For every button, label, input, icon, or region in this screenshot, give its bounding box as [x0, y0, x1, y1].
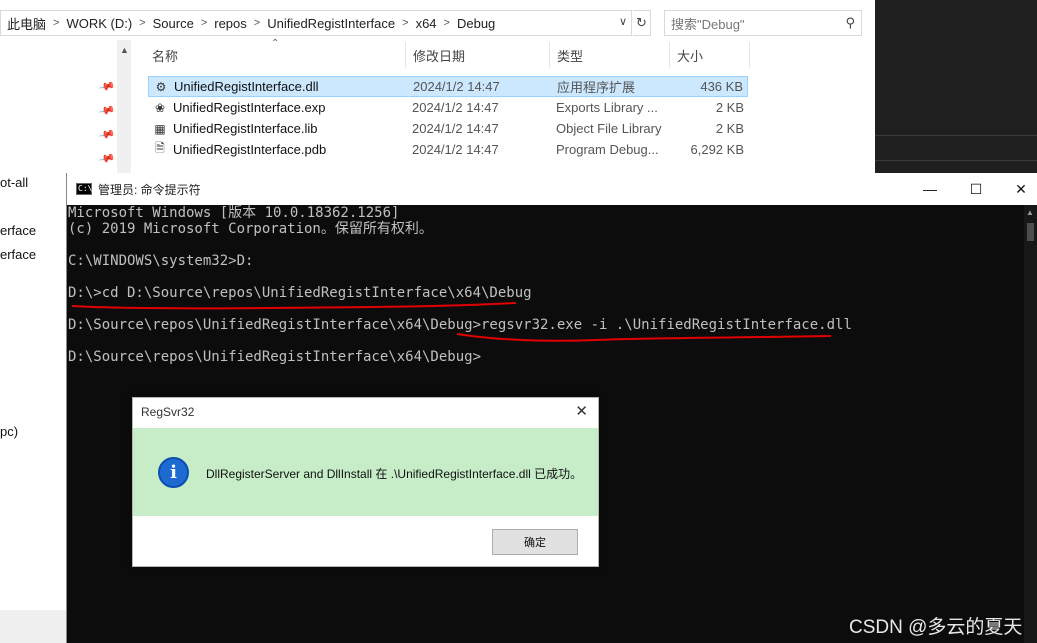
file-modified: 2024/1/2 14:47: [413, 79, 500, 94]
regsvr32-dialog[interactable]: RegSvr32 ✕ i DllRegisterServer and DllIn…: [132, 397, 599, 567]
lib-file-icon: ▦: [154, 121, 166, 136]
cmd-window-title: 管理员: 命令提示符: [98, 182, 201, 197]
column-header-modified[interactable]: 修改日期: [413, 42, 465, 68]
close-icon[interactable]: ✕: [998, 173, 1037, 205]
search-input[interactable]: 搜索"Debug" ⚲: [664, 10, 862, 36]
file-type: 应用程序扩展: [557, 80, 636, 95]
nav-item[interactable]: erface: [0, 247, 36, 262]
address-bar[interactable]: 此电脑 > WORK (D:) > Source > repos > UnifiedRe…: [0, 10, 632, 36]
chevron-right-icon[interactable]: >: [200, 17, 208, 29]
breadcrumb-project[interactable]: UnifiedRegistInterface: [261, 16, 401, 31]
column-divider[interactable]: [669, 42, 670, 68]
file-size: 2 KB: [715, 121, 744, 136]
console-line: D:\>cd D:\Source\repos\UnifiedRegistInte…: [68, 285, 532, 301]
chevron-down-icon[interactable]: ∨: [619, 15, 627, 28]
chevron-right-icon[interactable]: >: [401, 17, 409, 29]
file-size: 436 KB: [700, 79, 743, 94]
console-line: Microsoft Windows [版本 10.0.18362.1256]: [68, 205, 400, 221]
chevron-right-icon[interactable]: >: [138, 17, 146, 29]
refresh-icon[interactable]: ↻: [633, 10, 651, 36]
file-row[interactable]: ▦ UnifiedRegistInterface.lib 2024/1/2 14…: [148, 118, 748, 139]
pdb-file-icon: 🗎: [155, 141, 165, 155]
file-size: 6,292 KB: [690, 142, 745, 157]
cmd-title-bar[interactable]: C:\ 管理员: 命令提示符 — ☐ ✕: [67, 173, 1037, 205]
column-divider[interactable]: [405, 42, 406, 68]
divider: [875, 160, 1037, 161]
file-row[interactable]: ❀ UnifiedRegistInterface.exp 2024/1/2 14…: [148, 97, 748, 118]
dialog-title: RegSvr32: [141, 405, 195, 419]
column-divider[interactable]: [549, 42, 550, 68]
ok-button[interactable]: 确定: [492, 529, 578, 555]
scroll-up-icon[interactable]: ▲: [120, 45, 129, 55]
sort-ascending-icon: ⌃: [271, 38, 280, 49]
file-modified: 2024/1/2 14:47: [412, 100, 499, 115]
dialog-message: DllRegisterServer and DllInstall 在 .\Uni…: [206, 467, 583, 481]
console-line: C:\WINDOWS\system32>D:: [68, 253, 254, 269]
close-icon[interactable]: ✕: [575, 402, 588, 420]
file-modified: 2024/1/2 14:47: [412, 121, 499, 136]
breadcrumb-this-pc[interactable]: 此电脑: [1, 14, 52, 33]
file-name: UnifiedRegistInterface.pdb: [173, 142, 327, 157]
nav-scrollbar[interactable]: ▲: [117, 40, 131, 180]
info-icon: i: [158, 457, 189, 488]
exp-file-icon: ❀: [154, 100, 166, 115]
nav-item[interactable]: erface: [0, 223, 36, 238]
column-header-size[interactable]: 大小: [677, 42, 703, 68]
file-name: UnifiedRegistInterface.lib: [173, 121, 318, 136]
dialog-body: i DllRegisterServer and DllInstall 在 .\U…: [133, 428, 598, 516]
scrollbar-thumb[interactable]: [1027, 223, 1034, 241]
breadcrumb-debug[interactable]: Debug: [451, 16, 501, 31]
cmd-app-icon: C:\: [76, 183, 93, 195]
breadcrumb-drive[interactable]: WORK (D:): [60, 16, 138, 31]
chevron-right-icon[interactable]: >: [253, 17, 261, 29]
chevron-right-icon[interactable]: >: [443, 17, 451, 29]
breadcrumb-repos[interactable]: repos: [208, 16, 253, 31]
status-bar: [0, 610, 66, 643]
file-type: Object File Library: [556, 121, 662, 136]
file-modified: 2024/1/2 14:47: [412, 142, 499, 157]
file-name: UnifiedRegistInterface.exp: [173, 100, 326, 115]
nav-item[interactable]: pc): [0, 424, 18, 439]
watermark: CSDN @多云的夏天: [849, 617, 1023, 638]
console-line: D:\Source\repos\UnifiedRegistInterface\x…: [68, 349, 482, 365]
divider: [875, 135, 1037, 136]
column-header-name[interactable]: 名称: [152, 42, 178, 68]
pin-icon[interactable]: 📌: [98, 125, 116, 143]
breadcrumb-source[interactable]: Source: [147, 16, 200, 31]
file-row[interactable]: 🗎 UnifiedRegistInterface.pdb 2024/1/2 14…: [148, 139, 748, 160]
pin-icon[interactable]: 📌: [98, 101, 116, 119]
console-line: (c) 2019 Microsoft Corporation。保留所有权利。: [68, 221, 433, 237]
chevron-right-icon[interactable]: >: [52, 17, 60, 29]
console-line: D:\Source\repos\UnifiedRegistInterface\x…: [68, 317, 852, 333]
scroll-up-icon[interactable]: ▲: [1026, 208, 1034, 217]
column-divider[interactable]: [749, 42, 750, 68]
dll-file-icon: ⚙: [155, 79, 167, 94]
nav-item[interactable]: ot-all: [0, 175, 28, 190]
file-row[interactable]: ⚙ UnifiedRegistInterface.dll 2024/1/2 14…: [148, 76, 748, 97]
pin-icon[interactable]: 📌: [98, 77, 116, 95]
file-type: Exports Library ...: [556, 100, 658, 115]
pin-icon[interactable]: 📌: [98, 149, 116, 167]
search-placeholder: 搜索"Debug": [671, 16, 745, 32]
file-type: Program Debug...: [556, 142, 659, 157]
file-name: UnifiedRegistInterface.dll: [174, 79, 319, 94]
file-size: 2 KB: [715, 100, 744, 115]
maximize-icon[interactable]: ☐: [953, 173, 999, 205]
breadcrumb-x64[interactable]: x64: [410, 16, 443, 31]
minimize-icon[interactable]: —: [907, 173, 953, 205]
column-header-type[interactable]: 类型: [557, 42, 583, 68]
search-icon[interactable]: ⚲: [845, 15, 855, 31]
cmd-scrollbar[interactable]: ▲: [1024, 205, 1037, 643]
